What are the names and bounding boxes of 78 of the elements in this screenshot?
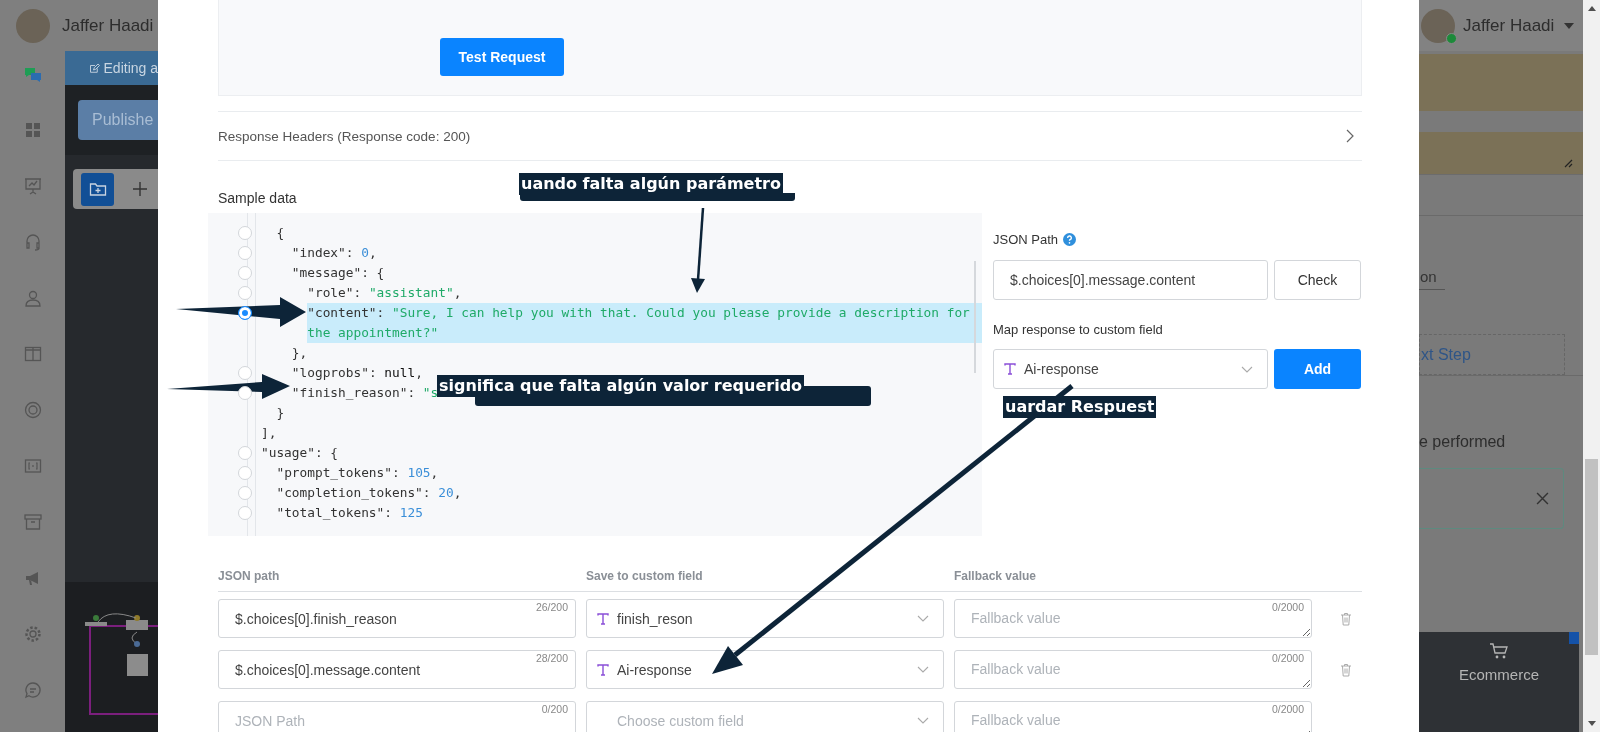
add-folder-button[interactable]: [81, 172, 114, 206]
character-counter: 28/200: [535, 652, 568, 664]
code-line: "finish_reason": "s: [291, 384, 439, 402]
trash-icon[interactable]: [1340, 662, 1352, 677]
close-icon[interactable]: [1536, 492, 1549, 505]
chevron-right-icon: [1346, 129, 1354, 143]
column-header: Save to custom field: [586, 569, 704, 583]
character-counter: 0/200: [541, 703, 568, 715]
character-counter: 0/2000: [1271, 601, 1304, 613]
columns-icon[interactable]: [22, 344, 43, 364]
caret-icon[interactable]: [1564, 22, 1575, 29]
response-headers-row[interactable]: Response Headers (Response code: 200): [218, 111, 1362, 161]
annotation-label: significa que falta algún valor requerido: [437, 375, 805, 397]
check-button[interactable]: Check: [1274, 260, 1361, 300]
help-icon[interactable]: [1063, 232, 1077, 246]
code-line: }: [276, 404, 285, 422]
code-line: "index": 0,: [291, 244, 377, 262]
chevron-down-icon: [917, 717, 929, 724]
online-status-dot: [1446, 32, 1457, 44]
field-label: JSON Path: [993, 231, 1059, 247]
json-path-input[interactable]: $.choices[0].message.content: [993, 260, 1268, 300]
action-label: e performed: [1419, 433, 1507, 451]
character-counter: 26/200: [535, 601, 568, 613]
chat-icon[interactable]: [22, 680, 43, 700]
text-area-field[interactable]: [1419, 132, 1583, 175]
trash-icon[interactable]: [1340, 611, 1352, 626]
archive-box-icon[interactable]: [22, 512, 43, 532]
column-header: JSON path: [218, 569, 281, 583]
scroll-up-icon[interactable]: [1587, 6, 1596, 11]
user-icon[interactable]: [22, 288, 43, 308]
chevron-down-icon: [917, 615, 929, 622]
code-line: "prompt_tokens": 105,: [276, 464, 439, 482]
scrollbar-thumb[interactable]: [1585, 459, 1598, 655]
column-header: Fallback value: [954, 569, 1038, 583]
editing-label: Editing a: [103, 60, 158, 76]
text-type-icon: [1004, 363, 1016, 375]
avatar[interactable]: [1421, 8, 1455, 43]
code-line: "logprobs": null,: [291, 364, 423, 382]
radio-button[interactable]: [238, 306, 252, 320]
annotation-label: uardar Respuest: [1003, 396, 1157, 418]
user-name[interactable]: Jaffer Haadi: [62, 15, 154, 36]
code-line: "completion_tokens": 20,: [276, 484, 462, 502]
code-line: "role": "assistant",: [307, 284, 462, 302]
cart-icon: [1489, 642, 1509, 660]
chevron-down-icon: [917, 666, 929, 673]
code-line: },: [291, 344, 308, 362]
custom-field-select[interactable]: finish_reson: [586, 599, 944, 638]
code-line: {: [276, 224, 285, 242]
section-label: Sample data: [218, 189, 297, 208]
character-counter: 0/2000: [1271, 703, 1304, 715]
ecommerce-tab[interactable]: Ecommerce: [1419, 632, 1579, 732]
code-line: "total_tokens": 125: [276, 504, 423, 522]
folder-plus-icon: [88, 180, 107, 198]
scroll-down-icon[interactable]: [1587, 721, 1596, 726]
code-line: "message": {: [291, 264, 385, 282]
test-request-button[interactable]: Test Request: [440, 38, 564, 76]
bracket-box-icon[interactable]: [22, 456, 43, 476]
resize-handle-icon[interactable]: [1563, 158, 1573, 168]
settings-icon[interactable]: [22, 624, 43, 644]
text-type-icon: [597, 612, 609, 625]
lifebuoy-icon[interactable]: [22, 400, 43, 420]
character-counter: 0/2000: [1271, 652, 1304, 664]
plus-icon[interactable]: [132, 181, 148, 197]
tab-label: Ecommerce: [1459, 666, 1539, 683]
custom-field-select[interactable]: Ai-response: [586, 650, 944, 689]
code-line: "usage": {: [261, 444, 339, 462]
annotation-label: uando falta algún parámetro: [519, 173, 783, 195]
add-button[interactable]: Add: [1274, 349, 1361, 389]
edit-icon: [89, 61, 100, 75]
presentation-chart-icon[interactable]: [22, 176, 43, 196]
chevron-down-icon: [1241, 365, 1253, 373]
custom-field-select[interactable]: Ai-response: [993, 349, 1268, 389]
text-type-icon: [597, 663, 609, 676]
field-label: Map response to custom field: [993, 322, 1164, 337]
code-line: ],: [261, 424, 277, 442]
badge-corner: [1569, 632, 1579, 644]
scrollbar[interactable]: [1583, 0, 1600, 732]
avatar[interactable]: [16, 8, 50, 43]
